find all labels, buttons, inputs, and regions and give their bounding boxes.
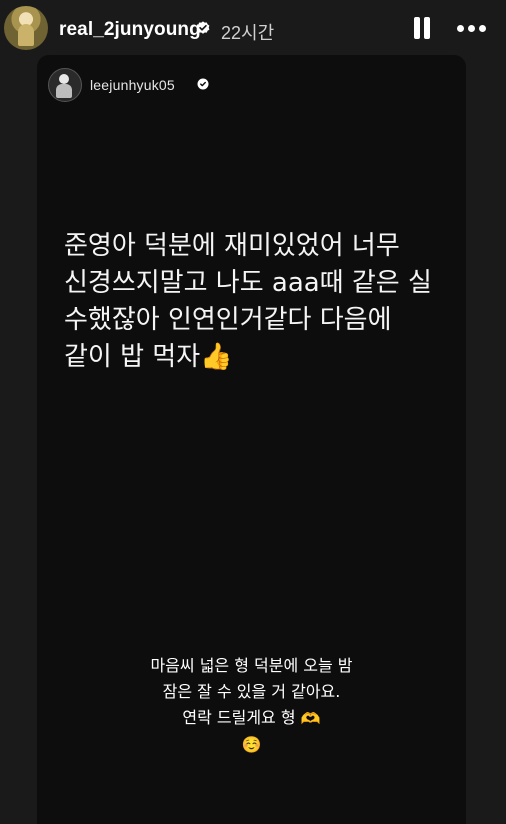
thumbs-up-icon: 👍 xyxy=(200,342,233,372)
more-options-icon[interactable] xyxy=(456,18,488,38)
post-time: 22시간 xyxy=(221,23,275,43)
story-message-text: 준영아 덕분에 재미있었어 너무 신경쓰지말고 나도 aaa때 같은 실 수했잖… xyxy=(64,231,432,372)
verified-badge-icon xyxy=(196,21,210,34)
shared-username[interactable]: leejunhyuk05 xyxy=(90,77,175,93)
caption-text: 마음씨 넓은 형 덕분에 오늘 밤 잠은 잘 수 있을 거 같아요. 연락 드릴… xyxy=(150,656,353,727)
story-caption: 마음씨 넓은 형 덕분에 오늘 밤 잠은 잘 수 있을 거 같아요. 연락 드릴… xyxy=(37,653,466,758)
heart-hands-icon: 🫶 xyxy=(300,708,321,728)
story-message: 준영아 덕분에 재미있었어 너무 신경쓰지말고 나도 aaa때 같은 실 수했잖… xyxy=(64,228,444,376)
story-header: real_2junyoung 22시간 xyxy=(0,0,506,56)
smiling-face-icon: ☺️ xyxy=(241,735,262,754)
pause-icon[interactable] xyxy=(410,15,434,41)
verified-badge-icon xyxy=(197,78,209,90)
shared-profile-avatar[interactable] xyxy=(48,68,82,102)
profile-avatar[interactable] xyxy=(4,6,48,50)
profile-username[interactable]: real_2junyoung xyxy=(59,19,201,41)
